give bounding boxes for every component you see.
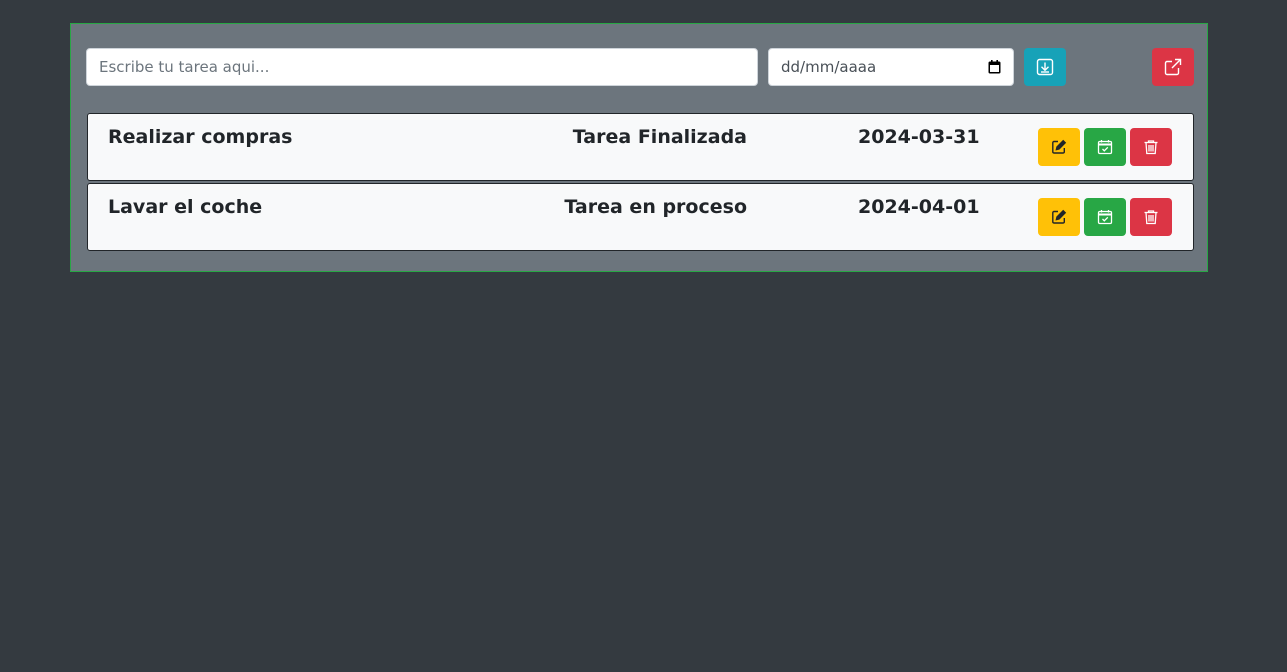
task-status: Tarea en proceso xyxy=(564,196,747,218)
delete-task-button[interactable] xyxy=(1130,128,1172,166)
task-date: 2024-03-31 xyxy=(858,126,980,148)
external-link-icon xyxy=(1164,58,1182,76)
edit-task-button[interactable] xyxy=(1038,198,1080,236)
edit-pencil-icon xyxy=(1051,209,1067,225)
trash-icon xyxy=(1143,139,1159,155)
complete-task-button[interactable] xyxy=(1084,198,1126,236)
edit-pencil-icon xyxy=(1051,139,1067,155)
task-form: dd/mm/aaaa xyxy=(86,48,1194,86)
task-name: Realizar compras xyxy=(108,126,293,148)
edit-task-button[interactable] xyxy=(1038,128,1080,166)
task-input[interactable] xyxy=(86,48,758,86)
delete-task-button[interactable] xyxy=(1130,198,1172,236)
date-input[interactable]: dd/mm/aaaa xyxy=(768,48,1014,86)
calendar-check-icon xyxy=(1097,209,1113,225)
task-row: Realizar compras Tarea Finalizada 2024-0… xyxy=(87,113,1194,181)
calendar-icon[interactable] xyxy=(987,60,1001,74)
task-panel: dd/mm/aaaa xyxy=(70,23,1208,272)
task-status: Tarea Finalizada xyxy=(572,126,747,148)
task-row: Lavar el coche Tarea en proceso 2024-04-… xyxy=(87,183,1194,251)
task-date: 2024-04-01 xyxy=(858,196,980,218)
calendar-check-icon xyxy=(1097,139,1113,155)
task-name: Lavar el coche xyxy=(108,196,263,218)
exit-button[interactable] xyxy=(1152,48,1194,86)
save-task-button[interactable] xyxy=(1024,48,1066,86)
trash-icon xyxy=(1143,209,1159,225)
download-box-icon xyxy=(1036,58,1054,76)
complete-task-button[interactable] xyxy=(1084,128,1126,166)
date-placeholder: dd/mm/aaaa xyxy=(781,58,877,76)
